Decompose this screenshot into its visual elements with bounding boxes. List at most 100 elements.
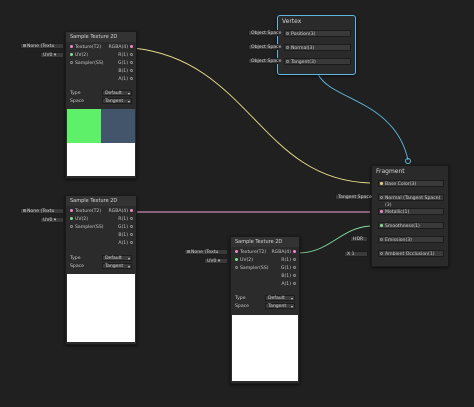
port-dot[interactable]	[286, 60, 289, 63]
fragment-ao-value-chip[interactable]: X 1	[344, 251, 368, 257]
output-rgba[interactable]: RGBA(4)	[108, 44, 135, 51]
vertex-slot-tangent[interactable]: Tangent(3)	[284, 58, 351, 65]
sample-texture-node-1[interactable]: Sample Texture 2D Texture(T2) UV(2) Samp…	[65, 31, 137, 179]
port-dot[interactable]	[70, 53, 73, 56]
fragment-slot-metallic[interactable]: Metallic(1)	[378, 208, 444, 215]
output-g[interactable]: G(1)	[118, 60, 135, 67]
input-uv[interactable]: UV(2)	[233, 257, 253, 264]
output-b[interactable]: B(1)	[118, 68, 135, 75]
port-dot[interactable]	[130, 45, 133, 48]
port-dot[interactable]	[130, 209, 133, 212]
input-sampler[interactable]: Sampler(SS)	[68, 60, 104, 67]
chevron-down-icon: ▾	[127, 256, 130, 261]
fragment-slot-base-color[interactable]: Base Color(3)	[378, 180, 444, 187]
texture-preview	[67, 274, 135, 342]
port-dot[interactable]	[130, 217, 133, 220]
input-sampler[interactable]: Sampler(SS)	[68, 224, 104, 231]
texture-chip-1[interactable]: None (Textu	[20, 43, 64, 49]
fragment-normal-space-chip[interactable]: Tangent Space	[335, 194, 372, 200]
vertex-slot-normal[interactable]: Normal(3)	[284, 44, 351, 51]
output-rgba[interactable]: RGBA(4)	[271, 249, 298, 256]
output-a[interactable]: A(1)	[118, 240, 135, 247]
output-r[interactable]: R(1)	[118, 216, 135, 223]
uv-chip-3[interactable]: UV0 ▾	[204, 258, 228, 264]
input-uv[interactable]: UV(2)	[68, 52, 88, 59]
input-texture[interactable]: Texture(T2)	[68, 44, 101, 51]
sample-texture-node-3[interactable]: Sample Texture 2D Texture(T2) UV(2) Samp…	[230, 236, 300, 384]
output-b[interactable]: B(1)	[281, 273, 298, 280]
port-dot[interactable]	[130, 225, 133, 228]
port-dot[interactable]	[130, 241, 133, 244]
chevron-down-icon: ▾	[127, 99, 130, 104]
space-dropdown[interactable]: Tangent ▾	[102, 98, 132, 104]
sample-texture-node-2[interactable]: Sample Texture 2D Texture(T2) UV(2) Samp…	[65, 195, 137, 345]
port-dot[interactable]	[70, 61, 73, 64]
vertex-position-space-chip[interactable]: Object Space	[248, 30, 281, 36]
output-g[interactable]: G(1)	[118, 224, 135, 231]
port-dot[interactable]	[293, 274, 296, 277]
port-dot[interactable]	[286, 46, 289, 49]
fragment-block[interactable]: Fragment Base Color(3) Normal (Tangent S…	[371, 165, 449, 267]
space-field: Space Tangent ▾	[70, 98, 132, 104]
port-dot[interactable]	[293, 250, 296, 253]
fragment-slot-normal[interactable]: Normal (Tangent Space)(3)	[378, 194, 444, 208]
texture-chip-3[interactable]: None (Textu	[184, 249, 228, 255]
chevron-down-icon: ▾	[290, 296, 293, 301]
input-uv[interactable]: UV(2)	[68, 216, 88, 223]
fragment-slot-ambient-occlusion[interactable]: Ambient Occlusion(1)	[378, 250, 444, 257]
port-dot[interactable]	[70, 209, 73, 212]
port-dot[interactable]	[130, 53, 133, 56]
port-dot[interactable]	[380, 238, 383, 241]
input-texture[interactable]: Texture(T2)	[233, 249, 266, 256]
type-dropdown[interactable]: Default ▾	[102, 90, 132, 96]
port-dot[interactable]	[293, 282, 296, 285]
port-dot[interactable]	[130, 69, 133, 72]
output-b[interactable]: B(1)	[118, 232, 135, 239]
port-dot[interactable]	[286, 32, 289, 35]
texture-swatch-icon	[23, 209, 26, 212]
uv-chip-1[interactable]: UV0 ▾	[40, 52, 64, 58]
port-dot[interactable]	[130, 77, 133, 80]
port-dot[interactable]	[70, 45, 73, 48]
output-g[interactable]: G(1)	[281, 265, 298, 272]
fragment-emission-hdr-chip[interactable]: HDR	[350, 236, 368, 242]
type-field: Type Default ▾	[235, 295, 295, 301]
port-dot[interactable]	[235, 258, 238, 261]
output-a[interactable]: A(1)	[118, 76, 135, 83]
chevron-down-icon: ▾	[127, 264, 130, 269]
texture-swatch-icon	[23, 44, 26, 47]
port-dot[interactable]	[380, 196, 383, 199]
output-a[interactable]: A(1)	[281, 281, 298, 288]
chevron-down-icon: ▾	[127, 91, 130, 96]
fragment-slot-emission[interactable]: Emission(3)	[378, 236, 444, 243]
input-texture[interactable]: Texture(T2)	[68, 208, 101, 215]
port-dot[interactable]	[380, 210, 383, 213]
output-r[interactable]: R(1)	[281, 257, 298, 264]
fragment-slot-smoothness[interactable]: Smoothness(1)	[378, 222, 444, 229]
port-dot[interactable]	[380, 182, 383, 185]
vertex-slot-position[interactable]: Position(3)	[284, 30, 351, 37]
port-dot[interactable]	[293, 258, 296, 261]
port-dot[interactable]	[70, 217, 73, 220]
type-dropdown[interactable]: Default ▾	[102, 255, 132, 261]
port-dot[interactable]	[70, 225, 73, 228]
port-dot[interactable]	[380, 224, 383, 227]
space-dropdown[interactable]: Tangent ▾	[265, 303, 295, 309]
vertex-tangent-space-chip[interactable]: Object Space	[248, 58, 281, 64]
output-r[interactable]: R(1)	[118, 52, 135, 59]
uv-chip-2[interactable]: UV0 ▾	[40, 217, 64, 223]
port-dot[interactable]	[130, 233, 133, 236]
port-dot[interactable]	[235, 266, 238, 269]
input-sampler[interactable]: Sampler(SS)	[233, 265, 269, 272]
port-dot[interactable]	[293, 266, 296, 269]
vertex-block[interactable]: Vertex Position(3) Normal(3) Tangent(3)	[277, 15, 356, 75]
texture-chip-2[interactable]: None (Textu	[20, 208, 64, 214]
space-dropdown[interactable]: Tangent ▾	[102, 263, 132, 269]
type-dropdown[interactable]: Default ▾	[265, 295, 295, 301]
port-dot[interactable]	[380, 252, 383, 255]
type-field: Type Default ▾	[70, 90, 132, 96]
port-dot[interactable]	[130, 61, 133, 64]
output-rgba[interactable]: RGBA(4)	[108, 208, 135, 215]
vertex-normal-space-chip[interactable]: Object Space	[248, 44, 281, 50]
port-dot[interactable]	[235, 250, 238, 253]
